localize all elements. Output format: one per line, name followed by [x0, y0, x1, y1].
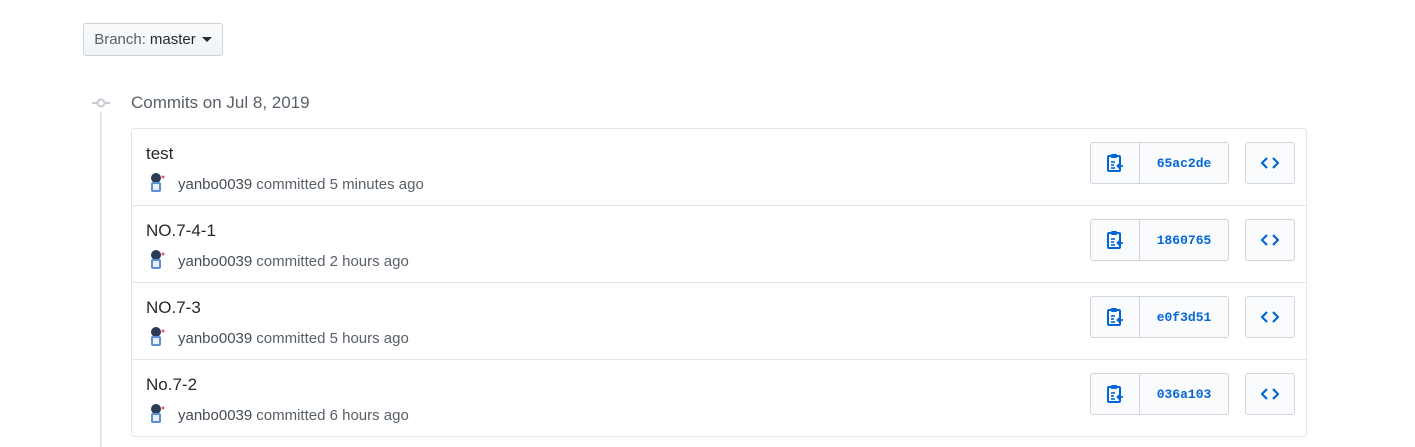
code-icon: [1261, 311, 1279, 323]
timeline-line: [100, 112, 102, 447]
commit-author-link[interactable]: yanbo0039: [178, 330, 252, 347]
copy-sha-button[interactable]: [1091, 143, 1140, 183]
code-icon: [1261, 234, 1279, 246]
browse-repository-button[interactable]: [1245, 373, 1295, 415]
commit-row: NO.7-4-1 yanbo0039 committed 2 hours ago: [132, 206, 1306, 283]
clipboard-icon: [1107, 154, 1123, 172]
commit-time: committed 6 hours ago: [256, 406, 409, 424]
commit-sha-link[interactable]: 1860765: [1140, 220, 1228, 260]
commit-meta: yanbo0039 committed 5 hours ago: [146, 326, 409, 350]
commit-time: committed 5 hours ago: [256, 329, 409, 347]
sha-button-group: 65ac2de: [1090, 142, 1229, 184]
commit-meta: yanbo0039 committed 5 minutes ago: [146, 172, 424, 196]
branch-prefix-label: Branch:: [94, 31, 146, 48]
caret-down-icon: [201, 37, 212, 42]
commit-title-link[interactable]: test: [146, 144, 173, 164]
commit-meta: yanbo0039 committed 2 hours ago: [146, 249, 409, 273]
commit-time: committed 5 minutes ago: [256, 175, 424, 193]
sha-button-group: 036a103: [1090, 373, 1229, 415]
clipboard-icon: [1107, 231, 1123, 249]
commit-title-link[interactable]: No.7-2: [146, 375, 197, 395]
commit-author-link[interactable]: yanbo0039: [178, 407, 252, 424]
browse-repository-button[interactable]: [1245, 219, 1295, 261]
commit-author-link[interactable]: yanbo0039: [178, 253, 252, 270]
commit-time: committed 2 hours ago: [256, 252, 409, 270]
commit-row: No.7-2 yanbo0039 committed 6 hours ago 0…: [132, 360, 1306, 436]
sha-button-group: e0f3d51: [1090, 296, 1229, 338]
commit-group-title: Commits on Jul 8, 2019: [131, 93, 310, 112]
copy-sha-button[interactable]: [1091, 297, 1140, 337]
git-commit-icon: [92, 98, 110, 108]
avatar[interactable]: [146, 172, 166, 196]
copy-sha-button[interactable]: [1091, 374, 1140, 414]
commit-title-link[interactable]: NO.7-3: [146, 298, 201, 318]
commit-meta: yanbo0039 committed 6 hours ago: [146, 403, 409, 427]
commit-sha-link[interactable]: 65ac2de: [1140, 143, 1228, 183]
commits-page: Branch: master Commits on Jul 8, 2019 te…: [0, 0, 1415, 447]
branch-select-button[interactable]: Branch: master: [83, 23, 223, 56]
avatar[interactable]: [146, 249, 166, 273]
code-icon: [1261, 388, 1279, 400]
avatar[interactable]: [146, 326, 166, 350]
commit-row: test yanbo0039 committed 5 minutes ago 6…: [132, 129, 1306, 206]
commit-sha-link[interactable]: 036a103: [1140, 374, 1228, 414]
copy-sha-button[interactable]: [1091, 220, 1140, 260]
commit-row: NO.7-3 yanbo0039 committed 5 hours ago e…: [132, 283, 1306, 360]
commit-title-link[interactable]: NO.7-4-1: [146, 221, 216, 241]
sha-button-group: 1860765: [1090, 219, 1229, 261]
clipboard-icon: [1107, 385, 1123, 403]
branch-name: master: [149, 31, 196, 48]
code-icon: [1261, 157, 1279, 169]
commit-author-link[interactable]: yanbo0039: [178, 176, 252, 193]
clipboard-icon: [1107, 308, 1123, 326]
commit-sha-link[interactable]: e0f3d51: [1140, 297, 1228, 337]
commit-list: test yanbo0039 committed 5 minutes ago 6…: [131, 128, 1307, 437]
avatar[interactable]: [146, 403, 166, 427]
browse-repository-button[interactable]: [1245, 142, 1295, 184]
browse-repository-button[interactable]: [1245, 296, 1295, 338]
